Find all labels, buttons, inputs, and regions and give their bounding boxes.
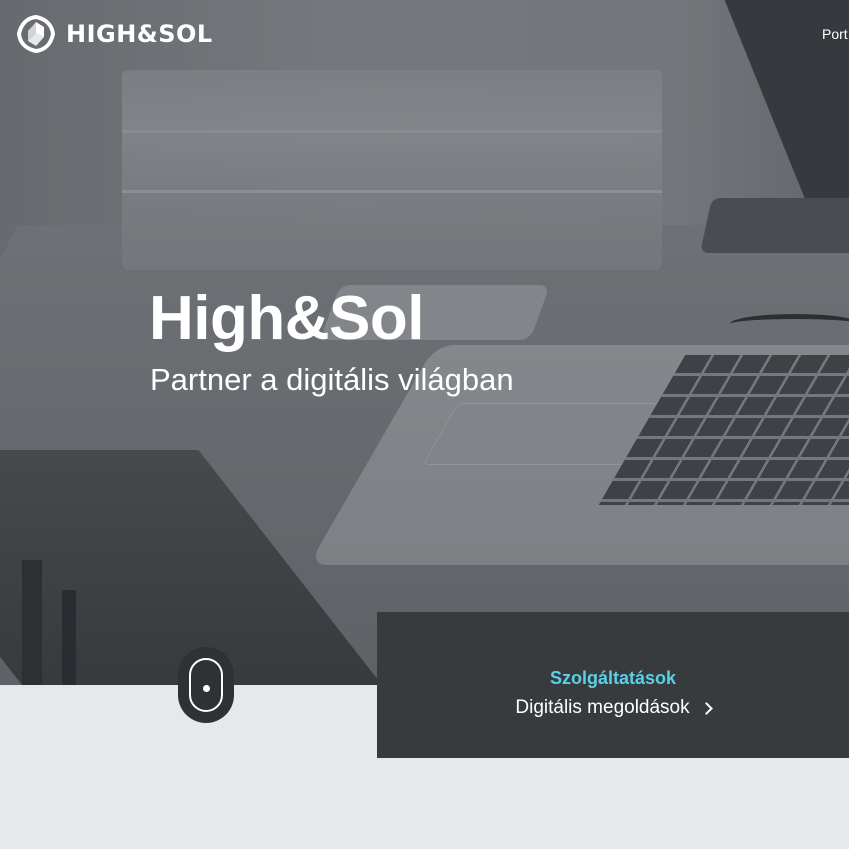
hero-section: High&Sol Partner a digitális világban (0, 0, 849, 685)
logo-link[interactable]: HIGH&SOL (15, 13, 213, 55)
services-card-title: Szolgáltatások (549, 668, 677, 688)
logo-text: HIGH&SOL (66, 20, 213, 48)
nav-item-portfolio[interactable]: Port (822, 26, 848, 42)
site-header: HIGH&SOL Port (0, 0, 849, 70)
services-card: Szolgáltatások Digitális megoldások (377, 612, 849, 758)
hero-subtitle: Partner a digitális világban (150, 362, 514, 397)
high-sol-logo-icon (17, 15, 55, 53)
digital-solutions-link[interactable]: Digitális megoldások (377, 697, 849, 719)
digital-solutions-link-label: Digitális megoldások (515, 697, 690, 718)
hero-title: High&Sol (149, 284, 424, 353)
scroll-mouse-icon[interactable] (178, 647, 234, 723)
chevron-right-icon (699, 701, 713, 715)
